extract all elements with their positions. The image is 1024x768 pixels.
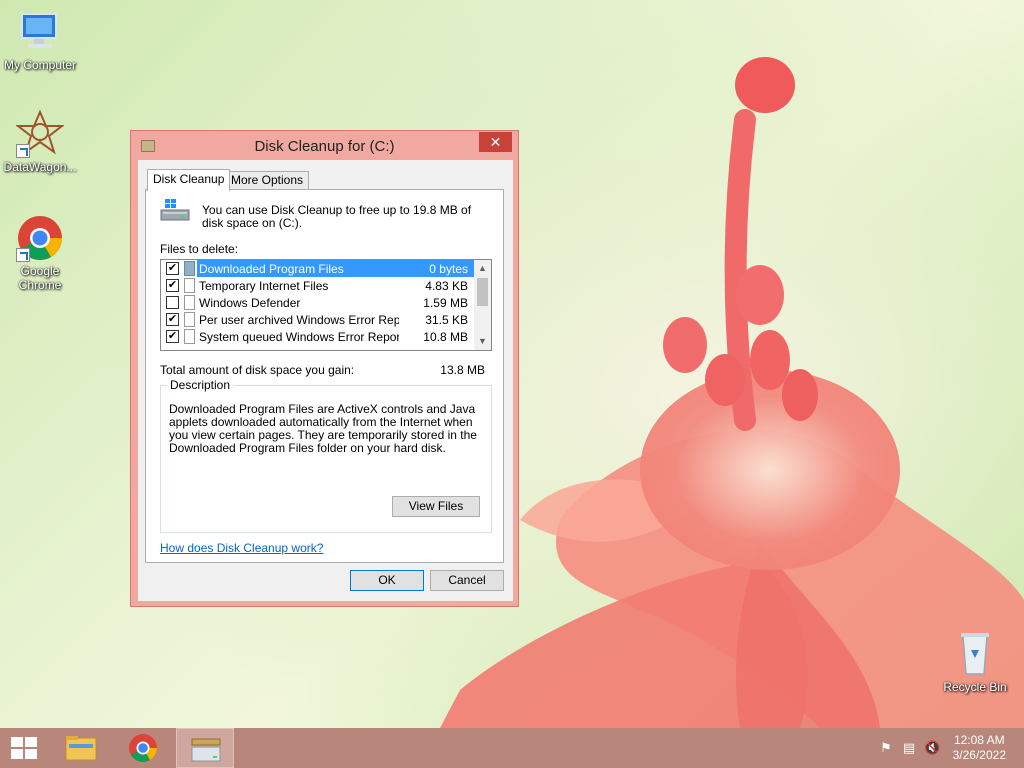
view-files-button[interactable]: View Files	[392, 496, 480, 517]
files-listbox[interactable]: ✔ Downloaded Program Files 0 bytes ✔ Tem…	[160, 259, 492, 351]
action-center-flag-icon[interactable]: ⚑	[878, 740, 894, 756]
network-icon[interactable]: ▤	[901, 740, 917, 756]
file-category-size: 31.5 KB	[425, 313, 468, 327]
title-bar[interactable]: Disk Cleanup for (C:) ✕	[131, 131, 518, 160]
desktop-icon-my-computer[interactable]: My Computer	[0, 8, 80, 72]
description-legend: Description	[167, 378, 234, 392]
file-category-name: Per user archived Windows Error Repo...	[199, 313, 399, 327]
tab-more-options[interactable]: More Options	[225, 171, 310, 190]
desktop-icon-datawagon[interactable]: DataWagon...	[0, 109, 80, 174]
taskbar-disk-cleanup[interactable]	[176, 728, 234, 768]
scrollbar-thumb[interactable]	[477, 278, 488, 306]
taskbar-chrome[interactable]	[114, 728, 172, 768]
document-icon	[184, 329, 195, 344]
document-icon	[184, 295, 195, 310]
drive-icon	[159, 198, 191, 224]
shortcut-arrow-icon	[16, 248, 30, 262]
chrome-icon	[16, 214, 64, 262]
tab-panel-disk-cleanup: You can use Disk Cleanup to free up to 1…	[145, 189, 504, 563]
windows-start-icon	[11, 737, 37, 759]
chevron-up-icon[interactable]: ▲	[474, 260, 491, 277]
disk-cleanup-icon	[191, 738, 221, 762]
description-text: Downloaded Program Files are ActiveX con…	[169, 402, 477, 455]
total-space-label: Total amount of disk space you gain:	[160, 363, 355, 377]
clock-time: 12:08 AM	[953, 733, 1005, 747]
tab-disk-cleanup[interactable]: Disk Cleanup	[147, 169, 231, 191]
system-tray: ⚑ ▤ 🔇 12:08 AM 3/26/2022	[864, 728, 1024, 768]
window-client-area: Disk Cleanup More Options You can use Di…	[138, 160, 513, 601]
taskbar-file-explorer[interactable]	[52, 728, 110, 768]
datawagon-icon	[15, 109, 65, 158]
taskbar: ⚑ ▤ 🔇 12:08 AM 3/26/2022	[0, 728, 1024, 768]
recycle-bin-icon	[951, 630, 999, 678]
checkbox[interactable]: ✔	[166, 313, 179, 326]
vertical-scrollbar[interactable]: ▲ ▼	[474, 260, 491, 350]
file-category-size: 1.59 MB	[423, 296, 468, 310]
cancel-button[interactable]: Cancel	[430, 570, 504, 591]
list-item[interactable]: ✔ Temporary Internet Files 4.83 KB	[161, 277, 474, 294]
list-item[interactable]: ✔ Downloaded Program Files 0 bytes	[161, 260, 474, 277]
volume-muted-icon[interactable]: 🔇	[924, 740, 940, 756]
desktop-icon-label: Google Chrome	[18, 264, 62, 292]
total-space-value: 13.8 MB	[440, 363, 485, 377]
list-item[interactable]: ✔ System queued Windows Error Reporti...…	[161, 328, 474, 345]
computer-icon	[16, 8, 64, 56]
chrome-icon	[129, 734, 157, 762]
chevron-down-icon[interactable]: ▼	[474, 333, 491, 350]
file-category-name: Temporary Internet Files	[199, 279, 329, 293]
file-category-name: Windows Defender	[199, 296, 301, 310]
desktop-icon-label: DataWagon...	[3, 160, 77, 174]
start-button[interactable]	[0, 728, 48, 768]
folder-icon	[184, 261, 195, 276]
clock[interactable]: 12:08 AM 3/26/2022	[953, 733, 1006, 763]
checkbox[interactable]: ✔	[166, 262, 179, 275]
help-link[interactable]: How does Disk Cleanup work?	[160, 541, 323, 555]
disk-cleanup-window: Disk Cleanup for (C:) ✕ Disk Cleanup Mor…	[130, 130, 519, 607]
list-item[interactable]: Windows Defender 1.59 MB	[161, 294, 474, 311]
checkbox[interactable]: ✔	[166, 330, 179, 343]
close-button[interactable]: ✕	[479, 132, 512, 152]
file-category-name: Downloaded Program Files	[199, 262, 344, 276]
desktop-icon-google-chrome[interactable]: Google Chrome	[0, 214, 80, 292]
file-category-name: System queued Windows Error Reporti...	[199, 330, 399, 344]
file-category-size: 4.83 KB	[425, 279, 468, 293]
clock-date: 3/26/2022	[952, 748, 1006, 762]
file-category-size: 0 bytes	[429, 262, 468, 276]
list-item[interactable]: ✔ Per user archived Windows Error Repo..…	[161, 311, 474, 328]
window-title: Disk Cleanup for (C:)	[254, 138, 395, 155]
description-group: Description Downloaded Program Files are…	[160, 378, 492, 533]
file-category-size: 10.8 MB	[423, 330, 468, 344]
checkbox[interactable]: ✔	[166, 279, 179, 292]
ok-button[interactable]: OK	[350, 570, 424, 591]
document-icon	[184, 312, 195, 327]
desktop-icon-label: Recycle Bin	[943, 680, 1007, 694]
shortcut-arrow-icon	[16, 144, 30, 158]
info-text: You can use Disk Cleanup to free up to 1…	[202, 203, 472, 230]
files-to-delete-label: Files to delete:	[160, 242, 239, 256]
file-explorer-icon	[65, 736, 97, 761]
desktop-icon-recycle-bin[interactable]: Recycle Bin	[935, 630, 1015, 694]
checkbox[interactable]	[166, 296, 179, 309]
desktop-icon-label: My Computer	[3, 58, 77, 72]
document-lines-icon	[184, 278, 195, 293]
